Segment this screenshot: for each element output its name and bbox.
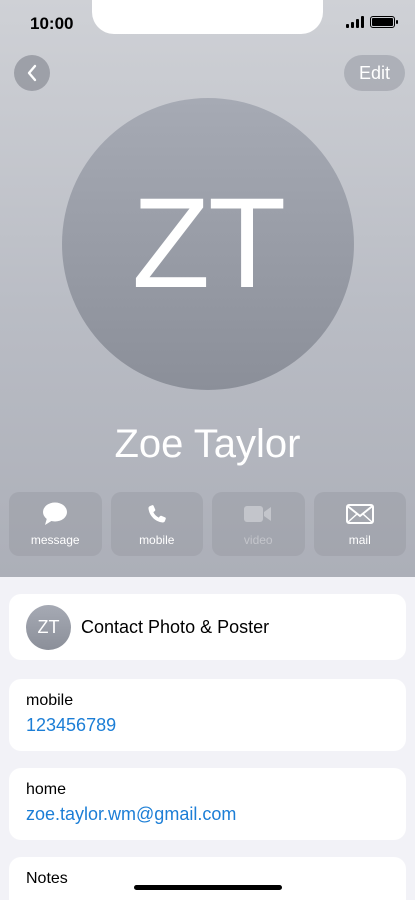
video-action-label: video — [243, 533, 273, 547]
poster-avatar: ZT — [26, 604, 71, 650]
avatar-initials: ZT — [131, 172, 286, 315]
home-email-card: home zoe.taylor.wm@gmail.com — [9, 768, 406, 840]
video-icon — [244, 506, 272, 522]
contact-avatar[interactable]: ZT — [62, 98, 354, 390]
message-action-label: message — [30, 533, 80, 547]
status-icons — [346, 16, 398, 28]
call-mobile-action-button[interactable]: mobile — [110, 492, 203, 556]
contact-photo-poster-row[interactable]: ZT Contact Photo & Poster — [9, 594, 406, 660]
device-notch — [92, 0, 323, 34]
mobile-field-card: mobile 123456789 — [9, 679, 406, 751]
mobile-phone-link[interactable]: 123456789 — [26, 715, 389, 736]
poster-label: Contact Photo & Poster — [81, 616, 270, 637]
home-field-label: home — [26, 781, 67, 798]
chevron-left-icon — [27, 64, 37, 82]
mobile-field-label: mobile — [26, 692, 74, 709]
status-time: 10:00 — [30, 14, 74, 33]
quick-actions: message mobile video mail — [9, 492, 406, 556]
contact-header: 10:00 Edit ZT Zoe Taylor message mobile … — [0, 0, 415, 577]
phone-icon — [148, 505, 166, 523]
edit-button[interactable]: Edit — [344, 55, 405, 91]
home-indicator[interactable] — [134, 885, 282, 890]
mail-icon — [345, 504, 374, 524]
mail-action-button[interactable]: mail — [313, 492, 406, 556]
mail-action-label: mail — [348, 533, 371, 547]
video-action-button[interactable]: video — [212, 492, 305, 556]
notes-card[interactable]: Notes — [9, 857, 406, 900]
message-icon — [43, 502, 68, 525]
contact-name: Zoe Taylor — [114, 422, 301, 466]
cellular-signal-icon — [346, 16, 364, 28]
back-button[interactable] — [14, 55, 50, 91]
battery-icon — [370, 16, 398, 28]
contact-detail-screen: 10:00 Edit ZT Zoe Taylor message mobile … — [0, 0, 415, 900]
mobile-action-label: mobile — [139, 533, 175, 547]
message-action-button[interactable]: message — [9, 492, 102, 556]
home-email-link[interactable]: zoe.taylor.wm@gmail.com — [26, 804, 389, 825]
